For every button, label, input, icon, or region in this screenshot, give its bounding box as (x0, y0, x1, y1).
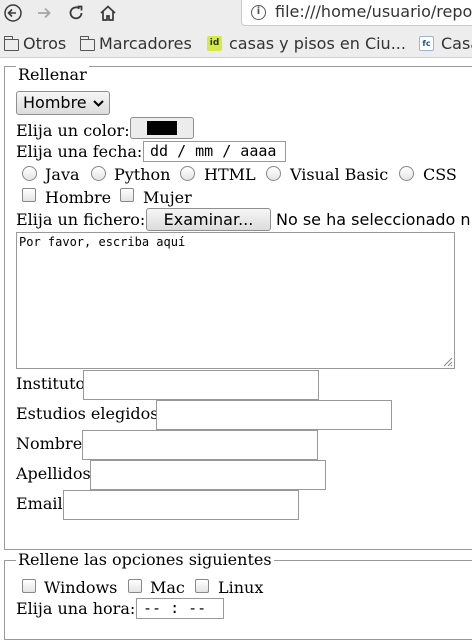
radio-label-python: Python (114, 165, 171, 184)
bookmark-label: casas y pisos en Ciu... (229, 34, 406, 53)
gender-select[interactable]: Hombre (16, 91, 110, 115)
radio-css[interactable] (399, 166, 414, 181)
radio-java[interactable] (22, 166, 37, 181)
color-swatch (147, 121, 177, 135)
textarea-text: Por favor, escriba aquí (19, 235, 186, 249)
checkbox-label-windows: Windows (44, 578, 118, 597)
resize-handle-icon[interactable] (441, 355, 453, 367)
address-bar[interactable]: i file:///home/usuario/repo (241, 0, 472, 26)
file-status: No se ha seleccionado ni (276, 210, 472, 229)
color-picker[interactable] (130, 117, 194, 139)
bookmark-marcadores[interactable]: Marcadores (79, 34, 192, 53)
instituto-input[interactable] (83, 370, 319, 400)
fieldset-legend: Rellenar (16, 65, 89, 84)
checkbox-label-mac: Mac (150, 578, 185, 597)
field-label-email: Email (16, 494, 63, 513)
date-label: Elija una fecha: (16, 142, 143, 161)
field-label-apellidos: Apellidos (16, 464, 91, 483)
field-label-estudios: Estudios elegidos (16, 404, 159, 423)
bookmark-casas-pisos[interactable]: id casas y pisos en Ciu... (207, 34, 406, 53)
info-icon[interactable]: i (251, 5, 266, 20)
date-input[interactable]: dd / mm / aaaa (143, 141, 286, 162)
checkbox-label-hombre: Hombre (45, 188, 112, 207)
chevron-down-icon (93, 92, 104, 123)
browser-toolbar: i file:///home/usuario/repo (0, 0, 472, 30)
checkbox-label-mujer: Mujer (143, 188, 192, 207)
fieldset-legend: Rellene las opciones siguientes (16, 550, 274, 569)
field-label-instituto: Instituto (16, 374, 86, 393)
checkbox-mac[interactable] (128, 579, 142, 593)
radio-html[interactable] (180, 166, 195, 181)
comment-textarea[interactable]: Por favor, escriba aquí (16, 232, 455, 369)
back-button[interactable] (1, 2, 25, 24)
radio-label-java: Java (45, 165, 80, 184)
folder-icon (79, 35, 95, 51)
browse-file-button[interactable]: Examinar... (146, 208, 271, 231)
checkbox-mujer[interactable] (120, 188, 134, 202)
home-icon (100, 5, 116, 21)
apellidos-input[interactable] (90, 460, 326, 490)
site-favicon-icon: fc (419, 36, 434, 51)
reload-icon (69, 5, 83, 20)
radio-label-html: HTML (204, 165, 256, 184)
radio-python[interactable] (91, 166, 106, 181)
checkbox-hombre[interactable] (22, 188, 36, 202)
bookmark-label: Marcadores (99, 34, 192, 53)
radio-visual-basic[interactable] (266, 166, 281, 181)
estudios-input[interactable] (156, 400, 392, 430)
nombre-input[interactable] (82, 430, 318, 460)
email-input[interactable] (63, 490, 299, 520)
reload-button[interactable] (64, 2, 88, 24)
bookmark-casa[interactable]: fc Casa (419, 34, 472, 53)
bookmark-otros[interactable]: Otros (3, 34, 67, 53)
forward-button[interactable] (32, 2, 56, 24)
folder-icon (3, 35, 19, 51)
back-arrow-icon (4, 4, 22, 22)
color-label: Elija un color: (16, 121, 130, 140)
radio-label-css: CSS (423, 165, 457, 184)
url-text: file:///home/usuario/repo (275, 2, 472, 21)
time-input[interactable]: -- : -- (136, 598, 224, 619)
forward-arrow-icon (38, 7, 51, 19)
radio-label-visual-basic: Visual Basic (290, 165, 389, 184)
bookmarks-bar: Otros Marcadores id casas y pisos en Ciu… (0, 30, 472, 58)
time-label: Elija una hora: (16, 599, 136, 618)
bookmark-label: Otros (23, 34, 67, 53)
file-label: Elija un fichero: (16, 210, 146, 229)
field-label-nombre: Nombre (16, 434, 83, 453)
bookmark-label: Casa (441, 34, 472, 53)
home-button[interactable] (96, 2, 120, 24)
checkbox-linux[interactable] (195, 579, 209, 593)
checkbox-windows[interactable] (22, 579, 36, 593)
site-favicon-icon: id (207, 36, 222, 51)
checkbox-label-linux: Linux (218, 578, 264, 597)
select-value: Hombre (23, 93, 87, 112)
